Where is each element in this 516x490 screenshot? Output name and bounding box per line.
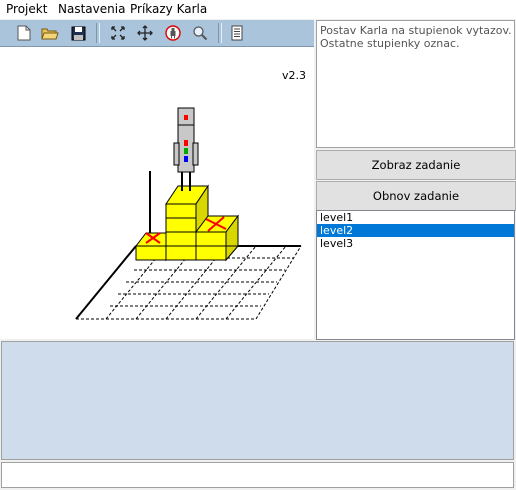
notes-icon[interactable]: [227, 23, 247, 43]
level-item-2[interactable]: level2: [317, 224, 514, 237]
zoom-fit-icon[interactable]: [108, 23, 128, 43]
toolbar-separator: [218, 23, 222, 43]
karel-world: [75, 107, 302, 320]
karel-world-canvas[interactable]: v2.3: [0, 47, 314, 339]
save-icon[interactable]: [68, 23, 88, 43]
magnifier-icon[interactable]: [190, 23, 210, 43]
renew-task-button[interactable]: Obnov zadanie: [316, 181, 516, 211]
open-folder-icon[interactable]: [40, 23, 60, 43]
task-description-box: Postav Karla na stupienok vytazov. Ostat…: [316, 20, 515, 148]
task-text: Postav Karla na stupienok vytazov. Ostat…: [320, 24, 512, 50]
show-task-button[interactable]: Zobraz zadanie: [316, 150, 516, 180]
menu-bar: Projekt Nastavenia Príkazy Karla: [0, 0, 516, 19]
block-stack: [134, 184, 240, 262]
karel-icon[interactable]: [163, 23, 183, 43]
level-listbox[interactable]: level1 level2 level3: [316, 210, 515, 340]
karel-robot: [173, 107, 199, 191]
menu-projekt[interactable]: Projekt: [6, 2, 47, 16]
level-item-1[interactable]: level1: [317, 211, 514, 224]
menu-nastavenia[interactable]: Nastavenia: [58, 2, 125, 16]
toolbar: [0, 20, 314, 47]
command-input[interactable]: [1, 462, 514, 488]
move-icon[interactable]: [135, 23, 155, 43]
level-item-3[interactable]: level3: [317, 237, 514, 250]
toolbar-separator: [96, 23, 100, 43]
menu-prikazy-karla[interactable]: Príkazy Karla: [130, 2, 207, 16]
output-panel[interactable]: [1, 341, 514, 460]
new-file-icon[interactable]: [14, 23, 34, 43]
